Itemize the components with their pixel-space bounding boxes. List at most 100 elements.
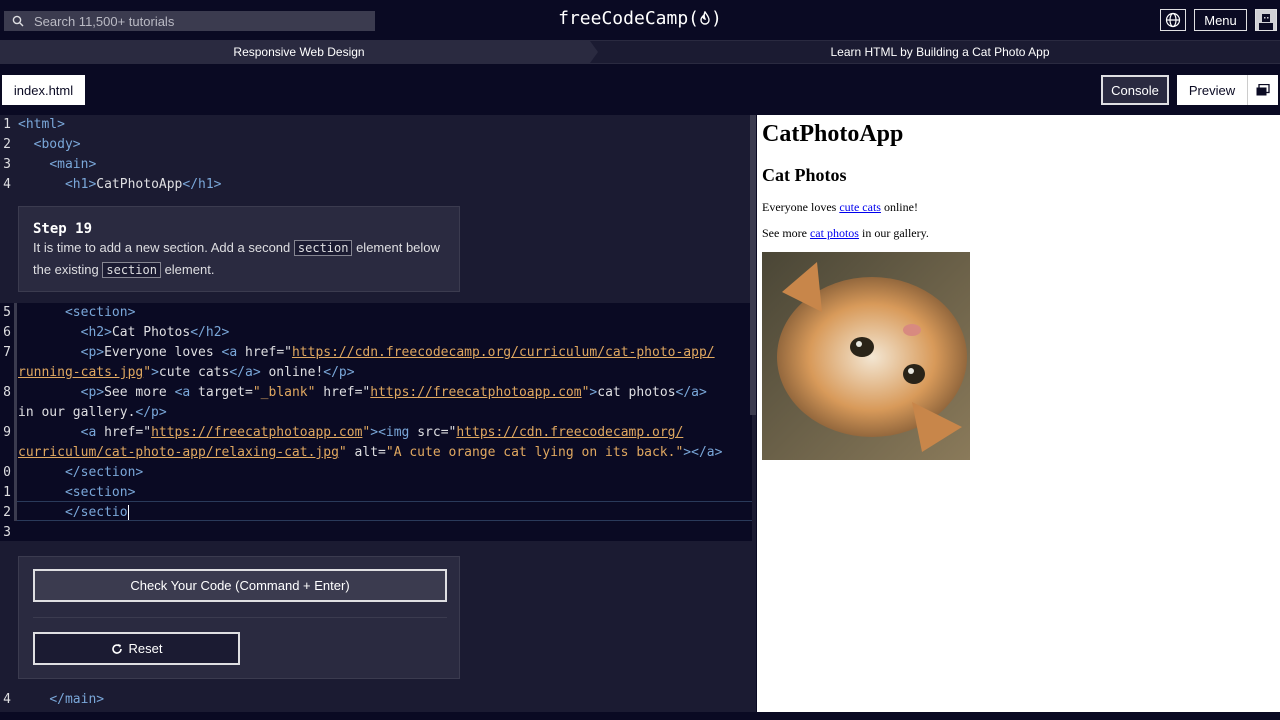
code-line: 3 [0, 523, 752, 543]
language-button[interactable] [1160, 9, 1186, 31]
reset-button[interactable]: Reset [33, 632, 240, 665]
breadcrumb-project[interactable]: Learn HTML by Building a Cat Photo App [600, 41, 1280, 63]
code-token: </p> [323, 365, 355, 380]
check-code-button[interactable]: Check Your Code (Command + Enter) [33, 569, 447, 602]
code-line: running-cats.jpg">cute cats</a> online!<… [0, 363, 752, 383]
preview-link-cute-cats[interactable]: cute cats [839, 200, 881, 214]
line-number: 2 [3, 137, 11, 152]
code-line: 6 <h2>Cat Photos</h2> [0, 323, 752, 343]
code-token: See more [104, 385, 175, 400]
code-token: <h1> [64, 177, 97, 192]
code-link[interactable]: curriculum/cat-photo-app/relaxing-cat.jp… [18, 445, 339, 460]
code-editor[interactable]: 1 <html> 2 <body> 3 <main> 4 <h1>CatPhoto… [0, 115, 756, 712]
top-nav: Search 11,500+ tutorials freeCodeCamp() … [0, 0, 1280, 40]
code-token: CatPhotoApp [96, 177, 183, 192]
code-token: </a> [229, 365, 261, 380]
code-line: 8 <p>See more <a target="_blank" href="h… [0, 383, 752, 403]
breadcrumb-course[interactable]: Responsive Web Design [0, 41, 598, 63]
code-token: in our gallery. [18, 405, 136, 420]
code-token: </section> [64, 465, 144, 480]
divider [33, 617, 447, 618]
tab-index-html[interactable]: index.html [2, 75, 85, 105]
code-token: ></a> [683, 445, 723, 460]
preview-subtitle: Cat Photos [762, 165, 847, 185]
breadcrumb: Responsive Web Design Learn HTML by Buil… [0, 40, 1280, 64]
code-token: <a [174, 385, 199, 400]
logo-close: ) [711, 8, 722, 29]
step-title: Step 19 [33, 221, 93, 237]
popout-icon [1256, 84, 1270, 96]
code-token: = [245, 385, 253, 400]
code-token: </main> [49, 692, 105, 707]
code-token: Cat Photos [111, 325, 191, 340]
code-token: href [104, 425, 136, 440]
inline-code: section [293, 240, 353, 256]
editor-tab-bar: index.html Console Preview [0, 64, 1280, 115]
code-line: 3 <main> [0, 155, 752, 175]
user-icon [1259, 14, 1273, 30]
line-number: 2 [3, 505, 11, 520]
preview-button[interactable]: Preview [1177, 75, 1247, 105]
popout-preview-button[interactable] [1247, 75, 1278, 105]
search-input[interactable]: Search 11,500+ tutorials [4, 11, 375, 31]
preview-paragraph: Everyone loves cute cats online! [762, 200, 918, 215]
line-number: 3 [3, 525, 11, 540]
code-token: =" [354, 385, 371, 400]
code-link[interactable]: https://cdn.freecodecamp.org/curriculum/… [292, 345, 715, 360]
cat-image[interactable] [762, 252, 970, 460]
code-token: Everyone loves [104, 345, 222, 360]
preview-text: online! [880, 200, 918, 214]
code-token: cat photos [597, 385, 676, 400]
code-link[interactable]: https://cdn.freecodecamp.org/ [456, 425, 683, 440]
code-link[interactable]: https://freecatphotoapp.com [370, 385, 581, 400]
code-token: " [143, 365, 152, 380]
preview-link-cat-photos[interactable]: cat photos [810, 226, 859, 240]
reset-icon [111, 643, 122, 654]
code-token: > [370, 425, 379, 440]
code-token: =" [440, 425, 457, 440]
step-instructions: Step 19 It is time to add a new section.… [18, 206, 460, 292]
preview-pane: CatPhotoApp Cat Photos Everyone loves cu… [757, 115, 1280, 712]
code-token: href [245, 345, 277, 360]
code-token: <h2> [80, 325, 112, 340]
menu-button[interactable]: Menu [1194, 9, 1247, 31]
code-token: <a [221, 345, 245, 360]
code-token: " [338, 445, 347, 460]
code-link[interactable]: https://freecatphotoapp.com [151, 425, 362, 440]
code-token: =" [276, 345, 292, 360]
code-token: </h1> [182, 177, 222, 192]
logo-text[interactable]: freeCodeCamp( [558, 8, 699, 29]
code-line: 7 <p>Everyone loves <a href="https://cdn… [0, 343, 752, 363]
console-button[interactable]: Console [1101, 75, 1169, 105]
code-line: curriculum/cat-photo-app/relaxing-cat.jp… [0, 443, 752, 463]
code-link[interactable]: running-cats.jpg [18, 365, 143, 380]
line-number: 5 [3, 305, 11, 320]
code-token: > [151, 365, 159, 380]
code-token: href [315, 385, 355, 400]
line-number: 3 [3, 157, 11, 172]
step-text: It is time to add a new section. Add a s… [33, 240, 294, 255]
code-token: <body> [33, 137, 81, 152]
code-line: 4 <h1>CatPhotoApp</h1> [0, 175, 752, 195]
avatar[interactable] [1255, 9, 1277, 31]
flame-icon [700, 10, 710, 25]
action-panel: Check Your Code (Command + Enter) Reset [18, 556, 460, 679]
text-cursor [127, 505, 129, 520]
reset-label: Reset [128, 641, 163, 656]
code-token: <section> [64, 485, 136, 500]
code-token: <img [378, 425, 418, 440]
code-token: <main> [49, 157, 97, 172]
line-number: 9 [3, 425, 11, 440]
code-line: 0 </section> [0, 463, 752, 483]
globe-icon [1165, 12, 1181, 28]
code-token: </p> [135, 405, 167, 420]
line-number: 6 [3, 325, 11, 340]
code-token: <html> [18, 117, 65, 132]
code-line: 9 <a href="https://freecatphotoapp.com">… [0, 423, 752, 443]
line-number: 0 [3, 465, 11, 480]
preview-text: in our gallery. [858, 226, 929, 240]
line-number: 4 [3, 177, 11, 192]
code-token: online! [260, 365, 324, 380]
code-token: "_blank" [252, 385, 316, 400]
code-token: <section> [64, 305, 136, 320]
